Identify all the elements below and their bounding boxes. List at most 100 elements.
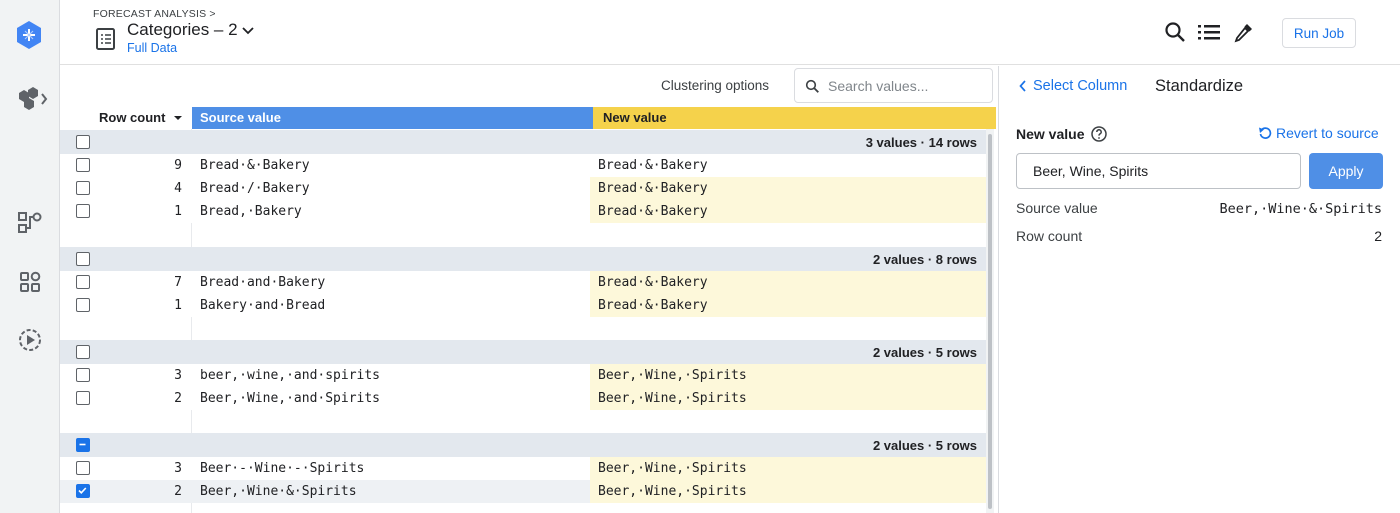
- row-checkbox[interactable]: [76, 461, 90, 475]
- new-value-label: New value: [1016, 126, 1085, 142]
- top-header: FORECAST ANALYSIS > Categories – 2 Full …: [60, 0, 1400, 65]
- source-value-cell: Bread·/·Bakery: [200, 181, 310, 196]
- objects-expand-icon[interactable]: [12, 85, 52, 113]
- table-row[interactable]: 2 Beer,·Wine,·and·Spirits Beer,·Wine,·Sp…: [60, 387, 987, 410]
- row-checkbox[interactable]: [76, 204, 90, 218]
- revert-label: Revert to source: [1276, 125, 1379, 141]
- source-value-cell: Bread,·Bakery: [200, 204, 302, 219]
- table-row-selected[interactable]: 2 Beer,·Wine·&·Spirits Beer,·Wine,·Spiri…: [60, 480, 987, 503]
- group-summary: 2 values · 8 rows: [872, 252, 977, 267]
- list-icon[interactable]: [1197, 20, 1221, 44]
- revert-icon: [1259, 127, 1272, 139]
- help-icon[interactable]: [1090, 125, 1108, 148]
- source-value-cell: Bakery·and·Bread: [200, 298, 326, 313]
- group-checkbox[interactable]: [76, 345, 90, 359]
- row-count-cell: 1: [174, 298, 182, 313]
- row-count-cell: 2: [174, 391, 182, 406]
- cluster-group-row[interactable]: 2 values · 5 rows: [60, 340, 987, 364]
- row-checkbox[interactable]: [76, 368, 90, 382]
- source-value-label: Source value: [1016, 200, 1098, 216]
- panel-title: Standardize: [1155, 77, 1244, 95]
- table-row[interactable]: 1 Bakery·and·Bread Bread·&·Bakery: [60, 294, 987, 317]
- new-value-cell[interactable]: Bread·&·Bakery: [590, 294, 987, 317]
- row-count-label: Row count: [1016, 228, 1083, 244]
- new-value-cell[interactable]: Bread·&·Bakery: [590, 177, 987, 200]
- group-checkbox[interactable]: [76, 135, 90, 149]
- table-row[interactable]: 3 beer,·wine,·and·spirits Beer,·Wine,·Sp…: [60, 364, 987, 387]
- row-checkbox-checked[interactable]: [76, 484, 90, 498]
- source-value-cell: Beer,·Wine·&·Spirits: [200, 484, 357, 499]
- jobs-icon[interactable]: [16, 326, 44, 354]
- table-row[interactable]: 7 Bread·and·Bakery Bread·&·Bakery: [60, 271, 987, 294]
- cluster-group-row[interactable]: 2 values · 5 rows: [60, 433, 987, 457]
- search-values-input[interactable]: [828, 76, 986, 96]
- clustering-options-link[interactable]: Clustering options: [661, 78, 769, 93]
- table-scrollbar-thumb[interactable]: [988, 134, 992, 509]
- group-checkbox-partial[interactable]: [76, 438, 90, 452]
- new-value-cell[interactable]: Bread·&·Bakery: [590, 200, 987, 223]
- new-value-cell[interactable]: Beer,·Wine,·Spirits: [590, 387, 987, 410]
- new-value-header: New value: [593, 107, 996, 129]
- row-count-cell: 9: [174, 158, 182, 173]
- source-value-cell: Beer,·Wine,·and·Spirits: [200, 391, 381, 406]
- breadcrumb[interactable]: FORECAST ANALYSIS >: [93, 8, 216, 20]
- clusters-table: 3 values · 14 rows 9 Bread·&·Bakery Brea…: [60, 129, 996, 513]
- search-icon[interactable]: [1163, 20, 1187, 44]
- eyedropper-icon[interactable]: [1232, 20, 1256, 44]
- row-count-cell: 7: [174, 275, 182, 290]
- row-checkbox[interactable]: [76, 391, 90, 405]
- group-summary: 2 values · 5 rows: [872, 345, 977, 360]
- source-value-display: Beer,·Wine·&·Spirits: [1219, 201, 1382, 217]
- new-value-field[interactable]: [1016, 153, 1301, 189]
- chevron-down-icon[interactable]: [242, 23, 254, 41]
- row-checkbox[interactable]: [76, 181, 90, 195]
- source-value-header: Source value: [192, 107, 593, 129]
- product-logo-icon[interactable]: [14, 20, 44, 50]
- group-summary: 2 values · 5 rows: [872, 438, 977, 453]
- apply-button[interactable]: Apply: [1309, 153, 1383, 189]
- left-rail: [0, 0, 60, 513]
- table-row[interactable]: 1 Bread,·Bakery Bread·&·Bakery: [60, 200, 987, 223]
- source-value-cell: Bread·&·Bakery: [200, 158, 310, 173]
- run-job-button[interactable]: Run Job: [1282, 18, 1356, 48]
- row-count-display: 2: [1374, 228, 1382, 244]
- group-checkbox[interactable]: [76, 252, 90, 266]
- new-value-cell[interactable]: Bread·&·Bakery: [590, 154, 987, 177]
- row-count-cell: 4: [174, 181, 182, 196]
- select-column-label: Select Column: [1033, 78, 1128, 94]
- source-value-cell: Beer·-·Wine·-·Spirits: [200, 461, 365, 476]
- sort-down-icon: [174, 116, 183, 120]
- table-row[interactable]: 9 Bread·&·Bakery Bread·&·Bakery: [60, 154, 987, 177]
- new-value-cell[interactable]: Beer,·Wine,·Spirits: [590, 364, 987, 387]
- revert-to-source-link[interactable]: Revert to source: [1257, 125, 1379, 141]
- source-value-cell: beer,·wine,·and·spirits: [200, 368, 381, 383]
- flow-icon[interactable]: [16, 208, 44, 236]
- row-count-cell: 3: [174, 461, 182, 476]
- new-value-cell[interactable]: Beer,·Wine,·Spirits: [590, 457, 987, 480]
- cluster-group-row[interactable]: 2 values · 8 rows: [60, 247, 987, 271]
- row-count-header-label: Row count: [99, 110, 166, 125]
- row-count-header[interactable]: Row count: [60, 107, 192, 129]
- source-value-cell: Bread·and·Bakery: [200, 275, 326, 290]
- group-summary: 3 values · 14 rows: [865, 135, 977, 150]
- row-count-cell: 1: [174, 204, 182, 219]
- search-icon: [805, 79, 820, 99]
- apps-icon[interactable]: [16, 268, 44, 296]
- row-count-cell: 3: [174, 368, 182, 383]
- standardize-panel: Select Column Standardize New value Reve…: [998, 66, 1400, 513]
- row-count-cell: 2: [174, 484, 182, 499]
- sample-label[interactable]: Full Data: [127, 41, 177, 55]
- row-checkbox[interactable]: [76, 298, 90, 312]
- search-values-box: [794, 68, 993, 103]
- row-checkbox[interactable]: [76, 158, 90, 172]
- chevron-left-icon: [1019, 80, 1026, 92]
- row-checkbox[interactable]: [76, 275, 90, 289]
- page-title[interactable]: Categories – 2: [127, 20, 238, 40]
- table-row[interactable]: 4 Bread·/·Bakery Bread·&·Bakery: [60, 177, 987, 200]
- new-value-cell[interactable]: Bread·&·Bakery: [590, 271, 987, 294]
- cluster-group-row[interactable]: 3 values · 14 rows: [60, 130, 987, 154]
- select-column-link[interactable]: Select Column: [1019, 78, 1127, 94]
- recipe-document-icon: [95, 27, 117, 51]
- table-row[interactable]: 3 Beer·-·Wine·-·Spirits Beer,·Wine,·Spir…: [60, 457, 987, 480]
- new-value-cell[interactable]: Beer,·Wine,·Spirits: [590, 480, 987, 503]
